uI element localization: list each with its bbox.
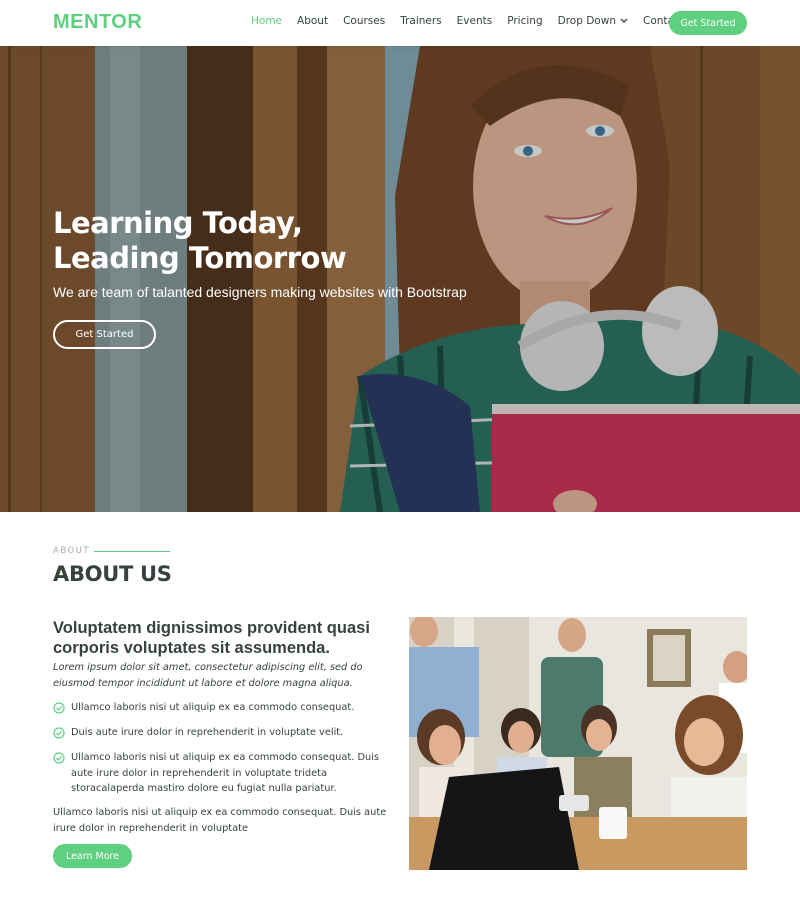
nav-trainers[interactable]: Trainers [400, 15, 441, 27]
list-item: Ullamco laboris nisi ut aliquip ex ea co… [53, 750, 393, 797]
hero-title-line-2: Leading Tomorrow [53, 241, 347, 275]
about-checklist: Ullamco laboris nisi ut aliquip ex ea co… [53, 700, 393, 802]
chevron-down-icon [620, 18, 628, 23]
section-label: ABOUT [53, 546, 91, 556]
check-circle-icon [53, 725, 71, 745]
get-started-button[interactable]: Get Started [669, 11, 747, 35]
about-paragraph: Ullamco laboris nisi ut aliquip ex ea co… [53, 807, 387, 834]
about-team-image [409, 617, 747, 870]
list-item-text: Duis aute irure dolor in reprehenderit i… [71, 727, 344, 738]
section-title: ABOUT US [53, 562, 172, 586]
nav-courses[interactable]: Courses [343, 15, 385, 27]
site-header: MENTOR Home About Courses Trainers Event… [0, 0, 800, 46]
list-item: Ullamco laboris nisi ut aliquip ex ea co… [53, 700, 393, 720]
nav-dropdown[interactable]: Drop Down [558, 15, 628, 27]
hero-get-started-button[interactable]: Get Started [53, 320, 156, 349]
hero-title-line-1: Learning Today, [53, 206, 303, 240]
hero-title: Learning Today, Leading Tomorrow [53, 206, 473, 276]
about-heading: Voluptatem dignissimos provident quasi c… [53, 619, 370, 657]
check-circle-icon [53, 700, 71, 720]
list-item: Duis aute irure dolor in reprehenderit i… [53, 725, 393, 745]
main-nav: Home About Courses Trainers Events Prici… [251, 15, 699, 27]
learn-more-button[interactable]: Learn More [53, 844, 132, 868]
hero-overlay [0, 46, 800, 512]
hero-section: Learning Today, Leading Tomorrow We are … [0, 46, 800, 512]
hero-subtitle: We are team of talanted designers making… [53, 284, 467, 300]
nav-dropdown-label: Drop Down [557, 15, 616, 27]
nav-events[interactable]: Events [457, 15, 493, 27]
check-circle-icon [53, 750, 71, 797]
nav-home[interactable]: Home [251, 15, 282, 27]
nav-pricing[interactable]: Pricing [507, 15, 542, 27]
section-label-line [94, 551, 170, 552]
list-item-text: Ullamco laboris nisi ut aliquip ex ea co… [71, 752, 380, 794]
list-item-text: Ullamco laboris nisi ut aliquip ex ea co… [71, 702, 355, 713]
logo[interactable]: MENTOR [53, 11, 142, 34]
nav-about[interactable]: About [297, 15, 328, 27]
about-italic-text: Lorem ipsum dolor sit amet, consectetur … [53, 662, 363, 689]
